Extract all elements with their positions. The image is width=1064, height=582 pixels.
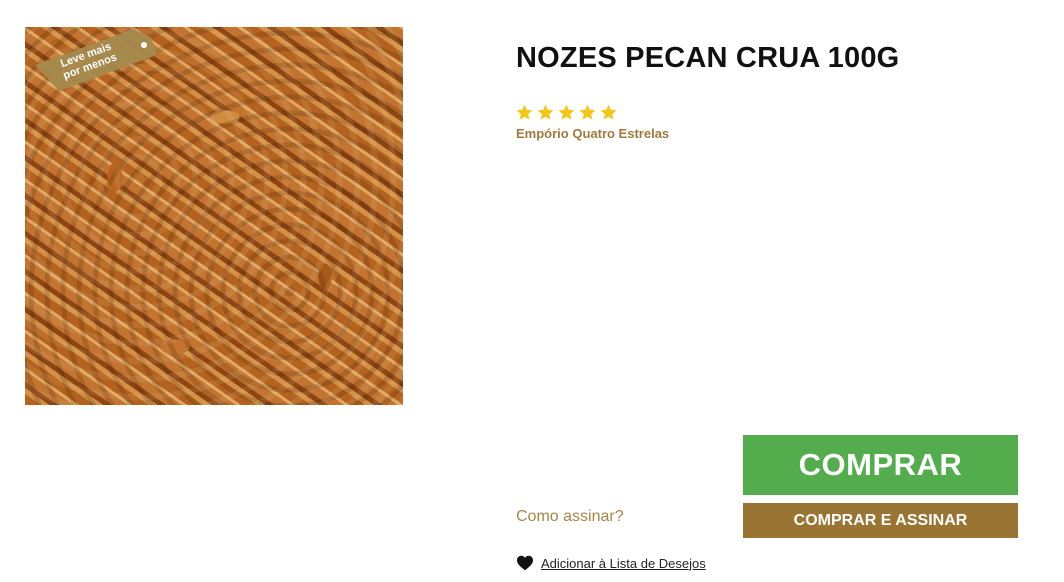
buy-button[interactable]: COMPRAR <box>743 435 1018 495</box>
add-to-wishlist-link[interactable]: Adicionar à Lista de Desejos <box>516 555 706 571</box>
product-title: NOZES PECAN CRUA 100G <box>516 42 900 74</box>
star-icon <box>516 104 533 120</box>
star-icon <box>600 104 617 120</box>
buy-and-subscribe-button[interactable]: COMPRAR E ASSINAR <box>743 503 1018 538</box>
rating-stars <box>515 103 618 123</box>
star-icon <box>558 104 575 120</box>
wishlist-label: Adicionar à Lista de Desejos <box>541 555 706 571</box>
product-image[interactable]: Leve mais por menos <box>25 27 403 405</box>
brand-name: Empório Quatro Estrelas <box>516 126 670 141</box>
star-icon <box>579 104 596 120</box>
star-icon <box>537 104 554 120</box>
heart-icon <box>517 555 533 571</box>
how-to-subscribe-link[interactable]: Como assinar? <box>516 508 624 526</box>
